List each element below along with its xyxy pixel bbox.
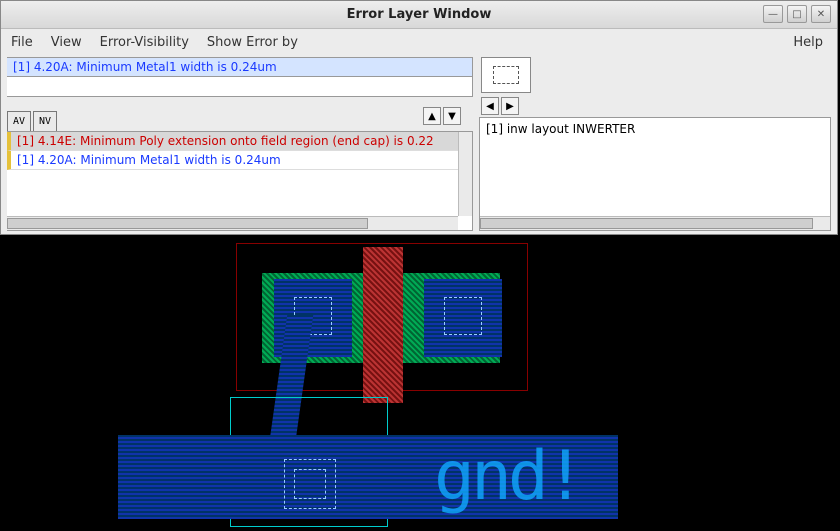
horizontal-scrollbar[interactable] (480, 216, 830, 230)
arrow-down-button[interactable]: ▼ (443, 107, 461, 125)
menu-view[interactable]: View (51, 35, 82, 50)
tab-toolbar: AV NV ▲ ▼ (7, 107, 473, 131)
arrow-left-button[interactable]: ◀ (481, 97, 499, 115)
list-item[interactable]: [1] 4.20A: Minimum Metal1 width is 0.24u… (7, 151, 472, 170)
poly-gate (363, 247, 403, 403)
hierarchy-tree[interactable]: [1] inw layout INWERTER (479, 117, 831, 231)
nav-arrows: ◀ ▶ (481, 97, 831, 115)
error-detail-list[interactable]: [1] 4.14E: Minimum Poly extension onto f… (7, 131, 473, 231)
error-summary-list[interactable]: [1] 4.20A: Minimum Metal1 width is 0.24u… (7, 57, 473, 97)
close-button[interactable]: ✕ (811, 5, 831, 23)
arrow-up-button[interactable]: ▲ (423, 107, 441, 125)
list-item[interactable]: [1] 4.14E: Minimum Poly extension onto f… (7, 132, 472, 151)
left-pane: [1] 4.20A: Minimum Metal1 width is 0.24u… (7, 57, 473, 231)
via-marker (444, 297, 482, 335)
tab-nv[interactable]: NV (33, 111, 57, 131)
window-title: Error Layer Window (347, 7, 492, 22)
menubar: File View Error-Visibility Show Error by… (1, 29, 837, 55)
right-pane: ◀ ▶ [1] inw layout INWERTER (477, 57, 831, 231)
tab-av[interactable]: AV (7, 111, 31, 131)
maximize-button[interactable]: □ (787, 5, 807, 23)
layer-preview-icon[interactable] (481, 57, 531, 93)
list-item[interactable]: [1] 4.20A: Minimum Metal1 width is 0.24u… (7, 58, 472, 77)
horizontal-scrollbar[interactable] (7, 216, 458, 230)
preview-swatch (493, 66, 519, 84)
via-marker (294, 469, 326, 499)
menu-help[interactable]: Help (793, 35, 823, 50)
menu-show-error-by[interactable]: Show Error by (207, 35, 298, 50)
vertical-scrollbar[interactable] (458, 132, 472, 216)
arrow-right-button[interactable]: ▶ (501, 97, 519, 115)
net-label-gnd: gnd! (434, 437, 582, 516)
menu-error-visibility[interactable]: Error-Visibility (100, 35, 189, 50)
tree-item[interactable]: [1] inw layout INWERTER (486, 122, 824, 136)
titlebar[interactable]: Error Layer Window — □ ✕ (1, 1, 837, 29)
content-area: [1] 4.20A: Minimum Metal1 width is 0.24u… (1, 55, 837, 235)
window-controls: — □ ✕ (763, 5, 831, 23)
error-layer-window: Error Layer Window — □ ✕ File View Error… (0, 0, 838, 235)
menu-file[interactable]: File (11, 35, 33, 50)
sort-arrows: ▲ ▼ (423, 107, 461, 125)
layout-canvas[interactable]: gnd! (0, 235, 840, 531)
minimize-button[interactable]: — (763, 5, 783, 23)
